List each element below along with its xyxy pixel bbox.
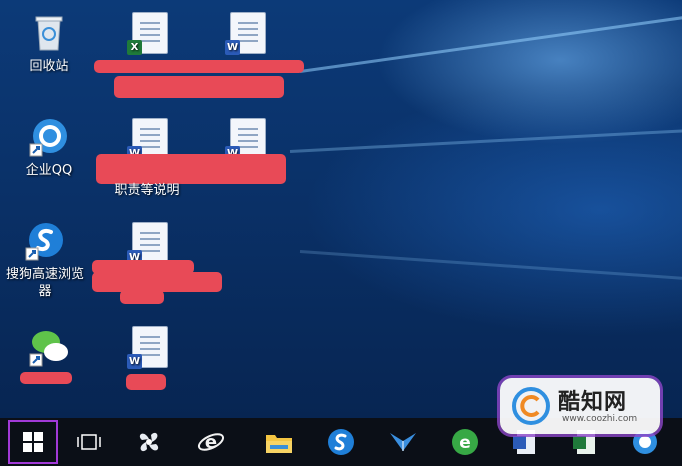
wechat-shortcut[interactable] xyxy=(4,326,94,372)
folder-icon xyxy=(266,435,292,453)
sogou-browser-icon xyxy=(328,429,354,455)
sogou-browser-shortcut[interactable]: 搜狗高速浏览器 xyxy=(0,220,90,300)
internet-explorer-icon: e xyxy=(197,432,225,453)
word-document-icon: W xyxy=(127,222,170,265)
excel-document-icon: X xyxy=(127,12,170,55)
desktop: 回收站 企业QQ 搜狗高速浏览器 X W 职责等说明 W W xyxy=(0,0,682,418)
windows-logo-icon xyxy=(23,432,43,452)
word-document-icon: W xyxy=(225,12,268,55)
enterprise-qq-icon xyxy=(28,116,70,158)
pinwheel-icon xyxy=(139,432,159,452)
taskbar-app-360-browser[interactable]: e xyxy=(440,420,490,464)
sogou-browser-label: 搜狗高速浏览器 xyxy=(5,267,84,299)
360-browser-icon: e xyxy=(452,429,478,455)
redacted-label xyxy=(96,154,286,184)
wechat-icon xyxy=(28,326,70,368)
word-file[interactable]: W xyxy=(202,12,292,58)
word-file[interactable]: W xyxy=(104,326,194,372)
recycle-bin-label: 回收站 xyxy=(29,59,69,74)
excel-file[interactable]: X xyxy=(104,12,194,58)
task-view-button[interactable] xyxy=(64,420,114,464)
coozhi-watermark: 酷知网 www.coozhi.com xyxy=(500,378,660,434)
sogou-browser-icon xyxy=(24,220,66,262)
enterprise-qq-shortcut[interactable]: 企业QQ xyxy=(4,116,94,179)
start-button[interactable] xyxy=(8,420,58,464)
redacted-label xyxy=(92,272,222,292)
watermark-url: www.coozhi.com xyxy=(562,414,638,424)
redacted-label xyxy=(114,76,284,98)
redacted-label xyxy=(94,60,304,73)
svg-text:e: e xyxy=(459,433,471,453)
taskbar-app-ie[interactable]: e xyxy=(186,420,236,464)
recycle-bin-icon xyxy=(28,12,70,54)
wallpaper-light-beam xyxy=(289,128,682,153)
taskbar-app-file-explorer[interactable] xyxy=(254,420,304,464)
redacted-label xyxy=(120,290,164,304)
taskbar-app-sogou-browser[interactable] xyxy=(316,420,366,464)
word-document-icon: W xyxy=(127,326,170,369)
redacted-label xyxy=(20,372,72,384)
task-view-icon xyxy=(77,434,101,450)
enterprise-qq-label: 企业QQ xyxy=(25,163,73,178)
taskbar-app-pinwheel[interactable] xyxy=(124,420,174,464)
redacted-label xyxy=(126,374,166,390)
paper-plane-icon xyxy=(390,433,416,451)
wallpaper-light-beam xyxy=(299,11,682,73)
svg-text:e: e xyxy=(205,432,217,453)
taskbar-app-feishu[interactable] xyxy=(378,420,428,464)
coozhi-logo-icon xyxy=(512,387,550,425)
wallpaper-light-beam xyxy=(299,250,682,283)
recycle-bin-shortcut[interactable]: 回收站 xyxy=(4,12,94,75)
watermark-title: 酷知网 xyxy=(558,390,628,415)
file-label-responsibilities: 职责等说明 xyxy=(114,183,180,198)
